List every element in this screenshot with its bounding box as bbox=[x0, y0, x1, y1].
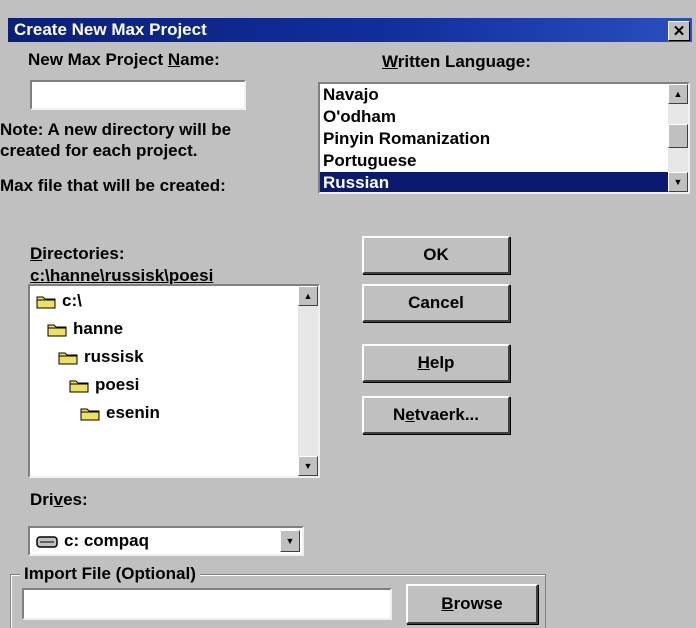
directory-name: russisk bbox=[84, 347, 144, 366]
drives-label: Drives: bbox=[30, 490, 88, 509]
language-scrollbar[interactable]: ▲ ▼ bbox=[668, 84, 688, 192]
netvaerk-button[interactable]: Ne tvaerk... bbox=[362, 396, 510, 434]
language-item[interactable]: Navajo bbox=[320, 84, 668, 106]
arrow-down-icon: ▼ bbox=[673, 177, 683, 187]
arrow-up-icon: ▲ bbox=[303, 291, 313, 301]
language-item[interactable]: Pinyin Romanization bbox=[320, 128, 668, 150]
directories-list[interactable]: c:\ hanne russisk poesi esenin ▲ ▼ bbox=[28, 284, 320, 478]
title-bar[interactable]: Create New Max Project ✕ bbox=[8, 18, 692, 42]
folder-icon bbox=[47, 322, 67, 337]
close-icon: ✕ bbox=[672, 22, 686, 40]
import-file-input[interactable] bbox=[22, 588, 392, 620]
folder-icon bbox=[58, 350, 78, 365]
folder-icon bbox=[69, 378, 89, 393]
chevron-down-icon: ▼ bbox=[285, 536, 295, 546]
cancel-button[interactable]: Cancel bbox=[362, 284, 510, 322]
scroll-down-button[interactable]: ▼ bbox=[668, 172, 688, 192]
drive-icon bbox=[36, 534, 58, 554]
current-path: c:\hanne\russisk\poesi bbox=[30, 266, 214, 285]
folder-icon bbox=[36, 294, 56, 309]
drives-select[interactable]: c: compaq ▼ bbox=[28, 526, 304, 556]
directories-scrollbar[interactable]: ▲ ▼ bbox=[298, 286, 318, 476]
directories-label: Directories: bbox=[30, 244, 125, 263]
close-button[interactable]: ✕ bbox=[668, 21, 690, 41]
directory-name: poesi bbox=[95, 375, 140, 394]
ok-button[interactable]: OK bbox=[362, 236, 510, 274]
import-group-label: Import File (Optional) bbox=[20, 564, 200, 584]
arrow-down-icon: ▼ bbox=[303, 461, 313, 471]
create-project-dialog: Create New Max Project ✕ New Max Project… bbox=[0, 0, 696, 628]
note-line-2: created for each project. bbox=[0, 141, 198, 160]
drives-dropdown-button[interactable]: ▼ bbox=[280, 530, 300, 552]
help-button[interactable]: Help bbox=[362, 344, 510, 382]
scroll-thumb[interactable] bbox=[668, 124, 688, 148]
window-title: Create New Max Project bbox=[14, 20, 207, 39]
language-item[interactable]: Portuguese bbox=[320, 150, 668, 172]
language-item[interactable]: Russian bbox=[320, 172, 668, 192]
folder-icon bbox=[80, 406, 100, 421]
written-language-list[interactable]: Navajo O'odham Pinyin Romanization Portugue… bbox=[318, 82, 690, 194]
note-line-1: Note: A new directory will be bbox=[0, 120, 232, 139]
language-item[interactable]: O'odham bbox=[320, 106, 668, 128]
project-name-label: New Max Project Name: bbox=[28, 50, 220, 69]
directory-item[interactable]: esenin bbox=[80, 402, 160, 424]
written-language-label: Written Language: bbox=[382, 52, 531, 71]
project-name-input[interactable] bbox=[30, 80, 246, 110]
max-file-label: Max file that will be created: bbox=[0, 176, 226, 195]
dir-scroll-up-button[interactable]: ▲ bbox=[298, 286, 318, 306]
directory-name: c:\ bbox=[62, 291, 82, 310]
directory-name: esenin bbox=[106, 403, 160, 422]
scroll-up-button[interactable]: ▲ bbox=[668, 84, 688, 104]
directory-item[interactable]: poesi bbox=[69, 374, 139, 396]
directory-item[interactable]: c:\ bbox=[36, 290, 82, 312]
language-items: Navajo O'odham Pinyin Romanization Portugue… bbox=[320, 84, 668, 192]
browse-button[interactable]: Browse bbox=[406, 584, 538, 624]
arrow-up-icon: ▲ bbox=[673, 89, 683, 99]
directory-item[interactable]: hanne bbox=[47, 318, 123, 340]
directory-item[interactable]: russisk bbox=[58, 346, 144, 368]
directory-name: hanne bbox=[73, 319, 124, 338]
dir-scroll-down-button[interactable]: ▼ bbox=[298, 456, 318, 476]
drive-value: c: compaq bbox=[64, 531, 150, 550]
